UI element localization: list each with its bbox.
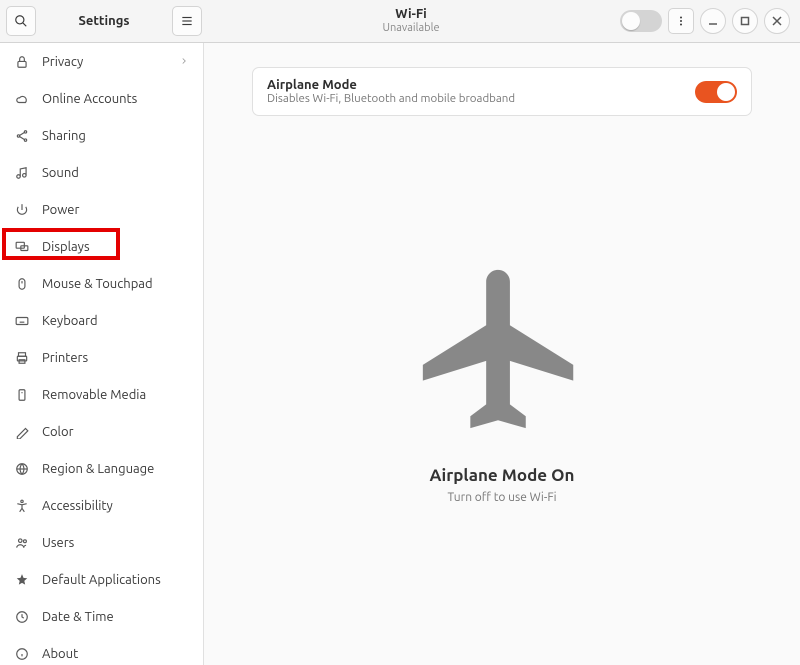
share-icon bbox=[14, 128, 30, 144]
hamburger-icon bbox=[180, 14, 194, 28]
page-title: Wi-Fi bbox=[208, 7, 614, 23]
sidebar-item-label: Privacy bbox=[42, 55, 83, 69]
page-subtitle: Unavailable bbox=[208, 22, 614, 35]
titlebar-left: Settings bbox=[6, 6, 202, 36]
accessibility-icon bbox=[14, 498, 30, 514]
sidebar-item-sound[interactable]: Sound bbox=[0, 154, 203, 191]
placeholder-title: Airplane Mode On bbox=[430, 466, 575, 485]
sidebar-item-label: Online Accounts bbox=[42, 92, 137, 106]
sidebar-item-lock[interactable]: Privacy bbox=[0, 43, 203, 80]
region-icon bbox=[14, 461, 30, 477]
sidebar-item-label: Power bbox=[42, 203, 79, 217]
sidebar-item-removable[interactable]: Removable Media bbox=[0, 376, 203, 413]
sidebar-item-users[interactable]: Users bbox=[0, 524, 203, 561]
sidebar-item-label: Mouse & Touchpad bbox=[42, 277, 153, 291]
sidebar-item-cloud[interactable]: Online Accounts bbox=[0, 80, 203, 117]
chevron-right-icon bbox=[179, 55, 189, 69]
sidebar-item-label: About bbox=[42, 647, 78, 661]
sidebar-item-displays[interactable]: Displays bbox=[0, 228, 203, 265]
airplane-mode-switch[interactable] bbox=[695, 81, 737, 103]
titlebar: Settings Wi-Fi Unavailable bbox=[0, 0, 800, 43]
sound-icon bbox=[14, 165, 30, 181]
sidebar-item-about[interactable]: About bbox=[0, 635, 203, 665]
printer-icon bbox=[14, 350, 30, 366]
cloud-icon bbox=[14, 91, 30, 107]
main-pane: Airplane Mode Disables Wi-Fi, Bluetooth … bbox=[204, 43, 800, 665]
airplane-mode-subtitle: Disables Wi-Fi, Bluetooth and mobile bro… bbox=[267, 92, 695, 105]
window-minimize-button[interactable] bbox=[700, 8, 726, 34]
keyboard-icon bbox=[14, 313, 30, 329]
color-icon bbox=[14, 424, 30, 440]
titlebar-center: Wi-Fi Unavailable bbox=[208, 7, 614, 36]
sidebar-item-datetime[interactable]: Date & Time bbox=[0, 598, 203, 635]
users-icon bbox=[14, 535, 30, 551]
airplane-mode-card: Airplane Mode Disables Wi-Fi, Bluetooth … bbox=[252, 67, 752, 116]
sidebar-item-label: Printers bbox=[42, 351, 88, 365]
sidebar-item-label: Accessibility bbox=[42, 499, 113, 513]
removable-icon bbox=[14, 387, 30, 403]
sidebar-item-label: Keyboard bbox=[42, 314, 98, 328]
search-button[interactable] bbox=[6, 6, 36, 36]
minimize-icon bbox=[708, 16, 718, 26]
sidebar-item-printer[interactable]: Printers bbox=[0, 339, 203, 376]
sidebar-item-region[interactable]: Region & Language bbox=[0, 450, 203, 487]
sidebar-item-label: Removable Media bbox=[42, 388, 146, 402]
sidebar-item-label: Region & Language bbox=[42, 462, 154, 476]
defaults-icon bbox=[14, 572, 30, 588]
sidebar-item-label: Displays bbox=[42, 240, 90, 254]
sidebar-item-label: Color bbox=[42, 425, 74, 439]
titlebar-right bbox=[620, 8, 794, 34]
airplane-mode-title: Airplane Mode bbox=[267, 78, 695, 92]
datetime-icon bbox=[14, 609, 30, 625]
sidebar-item-label: Sharing bbox=[42, 129, 86, 143]
content: Privacy Online Accounts Sharing Sound Power D… bbox=[0, 43, 800, 665]
sidebar: Privacy Online Accounts Sharing Sound Power D… bbox=[0, 43, 204, 665]
airplane-mode-texts: Airplane Mode Disables Wi-Fi, Bluetooth … bbox=[267, 78, 695, 105]
kebab-icon bbox=[675, 15, 687, 27]
sidebar-menu-button[interactable] bbox=[172, 6, 202, 36]
window-maximize-button[interactable] bbox=[732, 8, 758, 34]
sidebar-item-power[interactable]: Power bbox=[0, 191, 203, 228]
sidebar-item-label: Date & Time bbox=[42, 610, 114, 624]
sidebar-item-accessibility[interactable]: Accessibility bbox=[0, 487, 203, 524]
power-icon bbox=[14, 202, 30, 218]
sidebar-item-mouse[interactable]: Mouse & Touchpad bbox=[0, 265, 203, 302]
about-icon bbox=[14, 646, 30, 662]
sidebar-item-label: Sound bbox=[42, 166, 79, 180]
search-icon bbox=[14, 14, 28, 28]
wifi-enable-switch[interactable] bbox=[620, 10, 662, 32]
wifi-placeholder: Airplane Mode On Turn off to use Wi-Fi bbox=[407, 116, 597, 641]
maximize-icon bbox=[740, 16, 750, 26]
displays-icon bbox=[14, 239, 30, 255]
sidebar-item-defaults[interactable]: Default Applications bbox=[0, 561, 203, 598]
airplane-icon bbox=[407, 254, 597, 444]
sidebar-item-keyboard[interactable]: Keyboard bbox=[0, 302, 203, 339]
lock-icon bbox=[14, 54, 30, 70]
sidebar-title: Settings bbox=[42, 14, 166, 28]
close-icon bbox=[772, 16, 782, 26]
sidebar-item-share[interactable]: Sharing bbox=[0, 117, 203, 154]
sidebar-item-label: Default Applications bbox=[42, 573, 161, 587]
header-menu-button[interactable] bbox=[668, 8, 694, 34]
placeholder-subtitle: Turn off to use Wi-Fi bbox=[447, 491, 556, 504]
window-close-button[interactable] bbox=[764, 8, 790, 34]
sidebar-item-label: Users bbox=[42, 536, 74, 550]
sidebar-item-color[interactable]: Color bbox=[0, 413, 203, 450]
mouse-icon bbox=[14, 276, 30, 292]
